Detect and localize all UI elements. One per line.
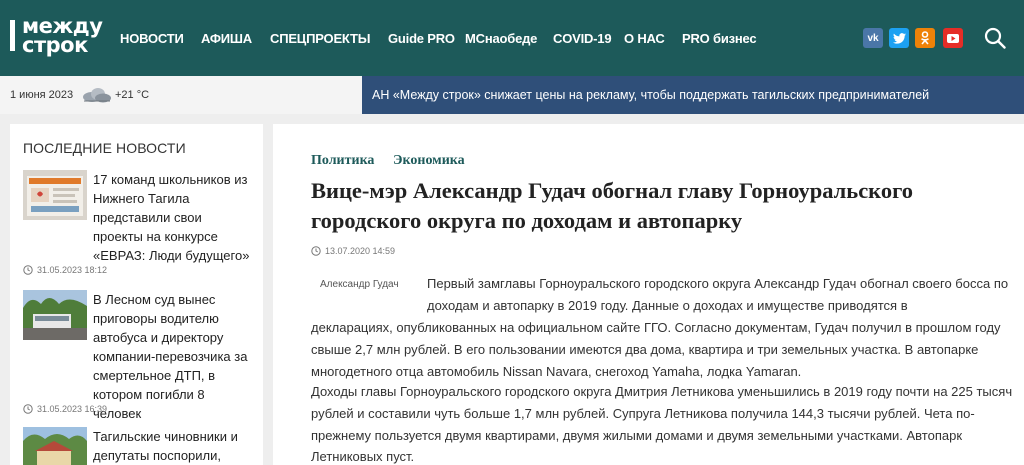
news-time-text: 31.05.2023 16:39 — [37, 404, 108, 414]
nav-item-pro-business[interactable]: PRO бизнес — [682, 30, 757, 48]
clock-icon — [23, 265, 33, 275]
site-header: между строк НОВОСТИ АФИША СПЕЦПРОЕКТЫ Gu… — [0, 0, 1024, 76]
news-ticker[interactable]: АН «Между строк» снижает цены на рекламу… — [362, 76, 1024, 114]
nav-item-covid[interactable]: COVID-19 — [553, 30, 612, 48]
info-bar: 1 июня 2023 +21 °C АН «Между строк» сниж… — [0, 76, 1024, 114]
nav-item-msnaobede[interactable]: МСнаобеде — [465, 30, 537, 48]
article-paragraph-1-top: Первый замглавы Горноуральского городско… — [427, 276, 1009, 313]
nav-item-about[interactable]: О НАС — [624, 30, 665, 48]
article: Политика Экономика Вице-мэр Александр Гу… — [273, 124, 1024, 465]
rubric-politics[interactable]: Политика — [311, 153, 374, 169]
news-title[interactable]: 17 команд школьников из Нижнего Тагила п… — [93, 170, 253, 265]
article-date: 13.07.2020 14:59 — [311, 246, 395, 256]
current-date: 1 июня 2023 — [10, 89, 74, 101]
nav-item-afisha[interactable]: АФИША — [201, 30, 252, 48]
nav-item-specprojects[interactable]: СПЕЦПРОЕКТЫ — [270, 30, 370, 48]
clock-icon — [23, 404, 33, 414]
logo-text-line2: строк — [22, 33, 88, 57]
article-paragraph-2: Доходы главы Горноуральского городского … — [311, 384, 1013, 465]
news-thumbnail[interactable] — [23, 170, 87, 220]
nav-item-news[interactable]: НОВОСТИ — [120, 30, 184, 48]
news-thumbnail[interactable] — [23, 290, 87, 340]
search-icon[interactable] — [984, 27, 1006, 49]
cloud-icon — [83, 88, 111, 103]
article-paragraph-1-bottom: декларациях, опубликованных на официальн… — [311, 320, 1001, 379]
nav-item-guide-pro[interactable]: Guide PRO — [388, 30, 455, 48]
sidebar-title: ПОСЛЕДНИЕ НОВОСТИ — [23, 140, 186, 156]
site-logo[interactable]: между строк — [10, 16, 110, 56]
news-timestamp: 31.05.2023 16:39 — [23, 404, 107, 414]
logo-bar — [10, 20, 15, 51]
odnoklassniki-icon[interactable] — [915, 28, 935, 48]
news-time-text: 31.05.2023 18:12 — [37, 265, 108, 275]
news-timestamp: 31.05.2023 18:12 — [23, 265, 107, 275]
clock-icon — [311, 246, 321, 256]
twitter-icon[interactable] — [889, 28, 909, 48]
article-date-text: 13.07.2020 14:59 — [325, 246, 396, 256]
rubric-economy[interactable]: Экономика — [393, 153, 465, 169]
news-thumbnail[interactable] — [23, 427, 87, 465]
youtube-icon[interactable] — [943, 28, 963, 48]
photo-caption: Александр Гудач — [320, 279, 399, 290]
news-title[interactable]: В Лесном суд вынес приговоры водителю ав… — [93, 290, 253, 423]
news-title[interactable]: Тагильские чиновники и депутаты поспорил… — [93, 427, 253, 465]
vk-icon[interactable]: vk — [863, 28, 883, 48]
article-headline: Вице-мэр Александр Гудач обогнал главу Г… — [311, 178, 914, 233]
temperature: +21 °C — [115, 89, 150, 101]
latest-news-sidebar: ПОСЛЕДНИЕ НОВОСТИ 17 команд школьников и… — [10, 124, 263, 465]
